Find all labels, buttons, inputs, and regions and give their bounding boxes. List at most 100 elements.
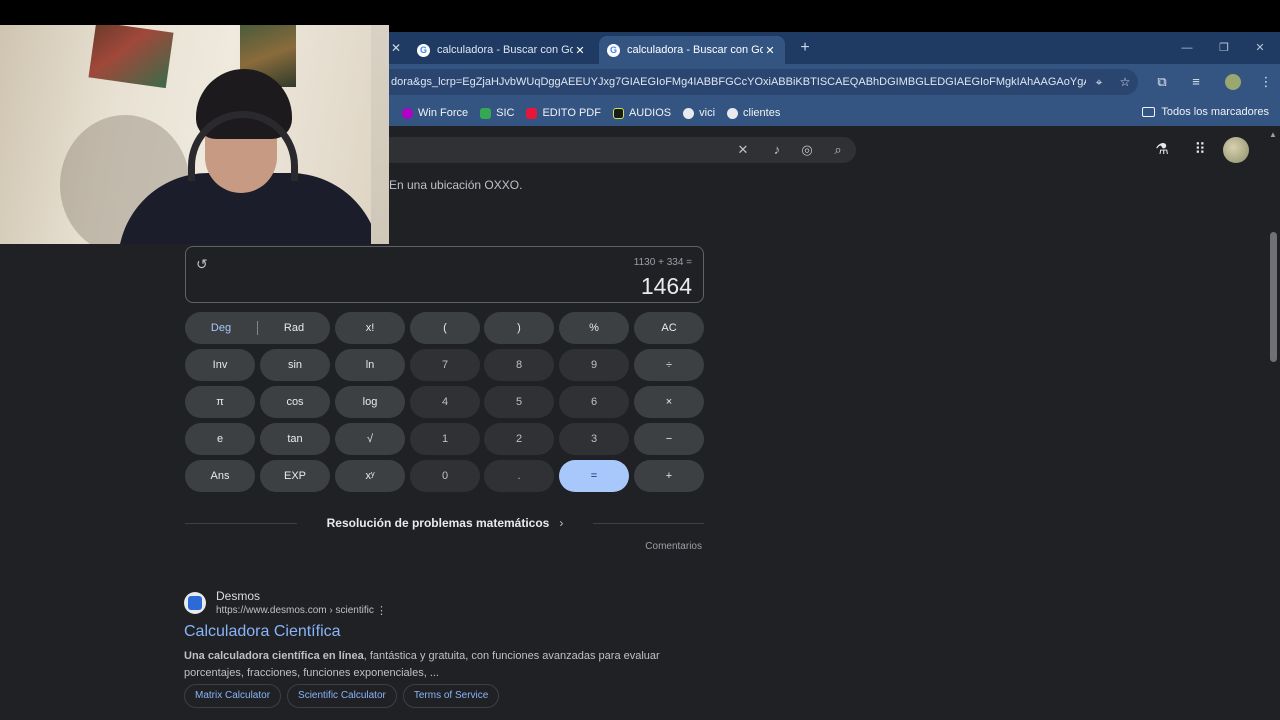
more-options-icon[interactable]: ⋮ [376, 604, 387, 617]
bookmark-audios[interactable]: AUDIOS [612, 107, 671, 119]
apps-grid-icon[interactable]: ⠿ [1190, 141, 1210, 159]
deg-option[interactable]: Deg [185, 312, 257, 344]
key-minus[interactable]: − [634, 423, 704, 455]
tab-close-icon[interactable]: ✕ [573, 44, 587, 57]
folder-icon [1142, 107, 1156, 117]
bookmark-win-force[interactable]: Win Force [402, 107, 468, 119]
search-icon[interactable]: ⌕ [829, 142, 847, 158]
scroll-up-arrow-icon[interactable]: ▲ [1268, 130, 1278, 139]
key-equals[interactable]: = [559, 460, 629, 492]
close-icon[interactable]: ✕ [389, 40, 403, 56]
webcam-overlay [0, 25, 389, 244]
key-sin[interactable]: sin [260, 349, 330, 381]
bookmark-vici[interactable]: vici [683, 107, 715, 119]
search-box[interactable]: ✕ ♪ ◎ ⌕ [389, 137, 856, 163]
key-close-paren[interactable]: ) [484, 312, 554, 344]
key-power[interactable]: xʸ [335, 460, 405, 492]
key-open-paren[interactable]: ( [410, 312, 480, 344]
new-tab-button[interactable]: + [797, 38, 813, 58]
key-sqrt[interactable]: √ [335, 423, 405, 455]
url-text: dora&gs_lcrp=EgZjaHJvbWUqDggAEEUYJxg7GIA… [391, 76, 1086, 88]
sitelink-chips: Matrix Calculator Scientific Calculator … [184, 684, 505, 708]
extensions-icon[interactable]: ⧉ [1153, 74, 1171, 90]
bookmark-sic[interactable]: SIC [480, 107, 514, 119]
key-2[interactable]: 2 [484, 423, 554, 455]
key-tan[interactable]: tan [260, 423, 330, 455]
key-cos[interactable]: cos [260, 386, 330, 418]
toolbar: dora&gs_lcrp=EgZjaHJvbWUqDggAEEUYJxg7GIA… [389, 64, 1280, 100]
key-factorial[interactable]: x! [335, 312, 405, 344]
tab-1[interactable]: calculadora - Buscar con Google ✕ [409, 36, 595, 64]
bookmark-edito-pdf[interactable]: EDITO PDF [526, 107, 601, 119]
tab-close-icon[interactable]: ✕ [763, 44, 777, 57]
key-decimal[interactable]: . [484, 460, 554, 492]
globe-icon [683, 107, 695, 119]
key-4[interactable]: 4 [410, 386, 480, 418]
key-9[interactable]: 9 [559, 349, 629, 381]
bookmarks-bar: Win Force SIC EDITO PDF AUDIOS vici clie… [389, 100, 1280, 126]
google-icon [607, 43, 620, 57]
tab-title: calculadora - Buscar con Google [437, 44, 573, 56]
google-icon [417, 43, 430, 57]
result-title-link[interactable]: Calculadora Científica [184, 623, 341, 641]
location-snippet: En una ubicación OXXO. [389, 178, 523, 192]
key-e[interactable]: e [185, 423, 255, 455]
key-ans[interactable]: Ans [185, 460, 255, 492]
key-ac[interactable]: AC [634, 312, 704, 344]
restore-button[interactable]: ❐ [1214, 40, 1234, 56]
bookmark-clientes[interactable]: clientes [727, 107, 780, 119]
key-percent[interactable]: % [559, 312, 629, 344]
tab-2-active[interactable]: calculadora - Buscar con Google ✕ [599, 36, 785, 64]
feedback-link[interactable]: Comentarios [645, 541, 702, 552]
bookmark-star-icon[interactable]: ☆ [1112, 75, 1138, 89]
scrollbar[interactable] [1267, 126, 1280, 720]
window-close-button[interactable]: ✕ [1250, 40, 1270, 56]
rad-option[interactable]: Rad [258, 312, 330, 344]
wall-picture [88, 25, 174, 89]
key-multiply[interactable]: × [634, 386, 704, 418]
result-url[interactable]: https://www.desmos.com › scientific [216, 605, 374, 616]
key-exp[interactable]: EXP [260, 460, 330, 492]
account-avatar[interactable] [1223, 137, 1249, 163]
key-7[interactable]: 7 [410, 349, 480, 381]
menu-kebab-icon[interactable]: ⋮ [1257, 74, 1275, 90]
labs-flask-icon[interactable]: ⚗ [1152, 141, 1172, 159]
address-bar[interactable]: dora&gs_lcrp=EgZjaHJvbWUqDggAEEUYJxg7GIA… [389, 69, 1138, 95]
location-icon[interactable]: ⌖ [1086, 75, 1112, 90]
minimize-button[interactable]: — [1177, 40, 1197, 56]
bookmark-icon [612, 107, 624, 119]
profile-avatar[interactable] [1225, 74, 1241, 90]
key-3[interactable]: 3 [559, 423, 629, 455]
history-icon[interactable]: ↺ [196, 256, 212, 272]
key-ln[interactable]: ln [335, 349, 405, 381]
chip-matrix-calculator[interactable]: Matrix Calculator [184, 684, 282, 708]
bookmark-icon [480, 107, 492, 119]
key-log[interactable]: log [335, 386, 405, 418]
chip-scientific-calculator[interactable]: Scientific Calculator [287, 684, 397, 708]
key-plus[interactable]: + [634, 460, 704, 492]
key-8[interactable]: 8 [484, 349, 554, 381]
tab-bar: ✕ calculadora - Buscar con Google ✕ calc… [389, 32, 1280, 64]
key-inv[interactable]: Inv [185, 349, 255, 381]
microphone-icon[interactable]: ♪ [768, 142, 786, 158]
deg-rad-toggle[interactable]: Deg Rad [185, 312, 330, 344]
key-1[interactable]: 1 [410, 423, 480, 455]
lens-icon[interactable]: ◎ [798, 142, 816, 158]
chevron-right-icon: › [559, 516, 564, 530]
key-divide[interactable]: ÷ [634, 349, 704, 381]
clear-icon[interactable]: ✕ [734, 142, 752, 158]
media-icon[interactable]: ≡ [1187, 74, 1205, 90]
calculator-display: ↺ 1130 + 334 = 1464 [185, 246, 704, 303]
math-solver-button[interactable]: Resolución de problemas matemáticos › [297, 507, 593, 539]
desmos-favicon [184, 592, 206, 614]
key-5[interactable]: 5 [484, 386, 554, 418]
chip-terms-of-service[interactable]: Terms of Service [402, 684, 500, 708]
result-site-name[interactable]: Desmos [216, 589, 260, 603]
whatsapp-icon [727, 107, 739, 119]
all-bookmarks-button[interactable]: Todos los marcadores [1142, 106, 1269, 118]
key-0[interactable]: 0 [410, 460, 480, 492]
key-6[interactable]: 6 [559, 386, 629, 418]
key-pi[interactable]: π [185, 386, 255, 418]
scrollbar-thumb[interactable] [1270, 232, 1277, 362]
screen: ✕ calculadora - Buscar con Google ✕ calc… [0, 0, 1280, 720]
